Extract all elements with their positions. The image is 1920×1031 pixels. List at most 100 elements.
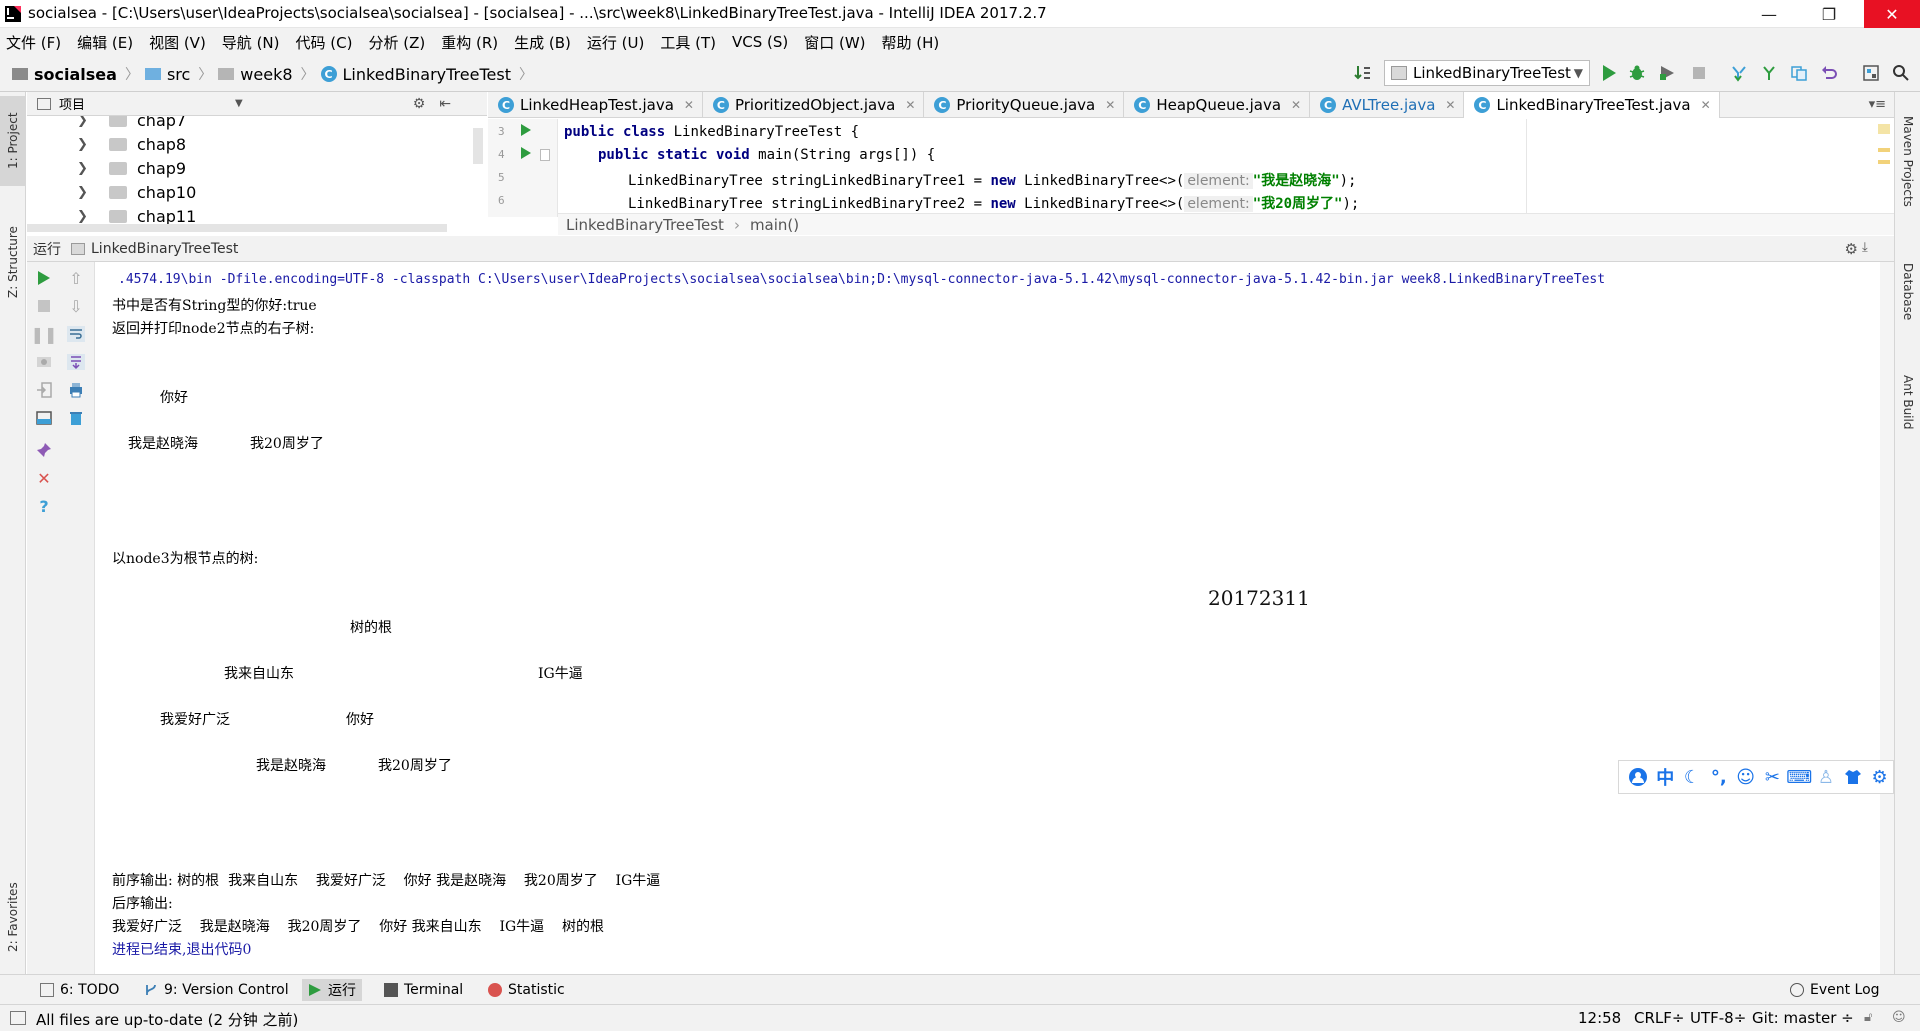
console-output[interactable]: .4574.19\bin -Dfile.encoding=UTF-8 -clas… <box>96 262 1894 974</box>
chevron-right-icon[interactable]: ❯ <box>77 185 97 200</box>
tool-tab-event-log[interactable]: Event Log <box>1784 979 1886 1001</box>
rerun-icon[interactable] <box>34 268 54 288</box>
tool-tab-ant-build[interactable]: Ant Build <box>1895 362 1920 442</box>
tab-list-icon[interactable]: ▾≡ <box>1869 92 1894 117</box>
tab-avl-tree[interactable]: C AVLTree.java ✕ <box>1310 92 1465 118</box>
close-window-button[interactable]: ✕ <box>1864 0 1920 28</box>
tool-tab-run[interactable]: 运行 <box>302 979 362 1001</box>
pin-icon[interactable] <box>34 440 54 460</box>
status-message[interactable]: All files are up-to-date (2 分钟 之前) <box>36 1009 298 1030</box>
tool-tab-statistic[interactable]: Statistic <box>482 979 571 1001</box>
editor-breadcrumb-class[interactable]: LinkedBinaryTreeTest <box>566 216 724 234</box>
tab-linked-binary-tree-test[interactable]: C LinkedBinaryTreeTest.java ✕ <box>1464 92 1720 118</box>
close-icon[interactable]: ✕ <box>1291 98 1301 112</box>
menu-code[interactable]: 代码 (C) <box>296 32 353 53</box>
close-icon[interactable]: ✕ <box>1701 98 1711 112</box>
fold-icon[interactable] <box>540 149 550 161</box>
tool-tab-favorites[interactable]: 2: Favorites <box>0 862 26 972</box>
menu-file[interactable]: 文件 (F) <box>6 32 61 53</box>
gear-icon[interactable]: ⚙ <box>413 96 426 112</box>
ime-settings-icon[interactable]: ⚙ <box>1866 763 1893 791</box>
project-structure-icon[interactable] <box>1860 62 1882 84</box>
caret-position[interactable]: 12:58 <box>1578 1009 1621 1027</box>
project-panel-title[interactable]: 项目 <box>59 94 85 113</box>
menu-edit[interactable]: 编辑 (E) <box>77 32 133 53</box>
menu-build[interactable]: 生成 (B) <box>514 32 571 53</box>
chevron-right-icon[interactable]: ❯ <box>77 116 97 128</box>
stop-icon[interactable] <box>34 296 54 316</box>
vcs-compare-icon[interactable] <box>1788 62 1810 84</box>
vertical-scrollbar[interactable] <box>473 128 483 164</box>
tool-tab-database[interactable]: Database <box>1895 252 1920 332</box>
tool-tab-structure[interactable]: Z: Structure <box>0 212 26 312</box>
vcs-commit-icon[interactable] <box>1758 62 1780 84</box>
chevron-right-icon[interactable]: ❯ <box>77 161 97 176</box>
dump-threads-icon[interactable] <box>34 352 54 372</box>
vcs-update-icon[interactable] <box>1728 62 1750 84</box>
search-icon[interactable] <box>1890 62 1912 84</box>
tab-heap-queue[interactable]: C HeapQueue.java ✕ <box>1124 92 1311 118</box>
chevron-right-icon[interactable]: ❯ <box>77 209 97 224</box>
ime-punctuation-icon[interactable]: °, <box>1705 763 1732 791</box>
horizontal-scrollbar[interactable] <box>27 224 447 232</box>
scroll-to-end-icon[interactable] <box>66 352 86 372</box>
tool-tab-terminal[interactable]: Terminal <box>378 979 469 1001</box>
close-icon[interactable]: ✕ <box>1105 98 1115 112</box>
warning-marker[interactable] <box>1878 124 1890 134</box>
menu-view[interactable]: 视图 (V) <box>149 32 206 53</box>
clear-all-icon[interactable] <box>66 408 86 428</box>
ime-keyboard-icon[interactable]: ⌨ <box>1786 763 1813 791</box>
line-separator[interactable]: CRLF÷ <box>1634 1009 1684 1027</box>
git-branch[interactable]: Git: master ÷ <box>1752 1009 1854 1027</box>
inspector-icon[interactable]: ☺ <box>1892 1010 1906 1025</box>
run-icon[interactable] <box>1598 62 1620 84</box>
breadcrumb-class[interactable]: LinkedBinaryTreeTest <box>343 65 511 84</box>
warning-stripe[interactable] <box>1878 148 1890 152</box>
chevron-right-icon[interactable]: ❯ <box>77 137 97 152</box>
print-icon[interactable] <box>66 380 86 400</box>
tree-item-chap9[interactable]: ❯ chap9 <box>27 156 186 180</box>
vcs-revert-icon[interactable] <box>1818 62 1840 84</box>
ime-chinese-mode[interactable]: 中 <box>1652 763 1679 791</box>
tool-tab-version-control[interactable]: 9: Version Control <box>138 979 295 1001</box>
run-gutter-icon[interactable] <box>520 146 532 160</box>
menu-refactor[interactable]: 重构 (R) <box>441 32 498 53</box>
arrow-down-icon[interactable]: ⇩ <box>66 296 86 316</box>
tool-tab-project[interactable]: 1: Project <box>0 96 26 186</box>
tab-priority-queue[interactable]: C PriorityQueue.java ✕ <box>924 92 1125 118</box>
run-panel-config[interactable]: LinkedBinaryTreeTest <box>91 241 238 257</box>
layout-icon[interactable] <box>34 408 54 428</box>
minimize-button[interactable]: — <box>1742 0 1796 28</box>
menu-vcs[interactable]: VCS (S) <box>732 33 788 51</box>
restore-button[interactable]: ❐ <box>1802 0 1856 28</box>
gear-icon[interactable]: ⚙ <box>1845 240 1858 258</box>
tool-tab-maven[interactable]: Maven Projects <box>1895 102 1920 220</box>
ime-user-icon[interactable] <box>1625 763 1652 791</box>
menu-window[interactable]: 窗口 (W) <box>804 32 865 53</box>
debug-icon[interactable] <box>1626 62 1648 84</box>
editor-breadcrumb-method[interactable]: main() <box>750 216 799 234</box>
tree-item-chap7[interactable]: ❯ chap7 <box>27 116 186 132</box>
breadcrumb-src[interactable]: src <box>167 65 190 84</box>
menu-help[interactable]: 帮助 (H) <box>882 32 940 53</box>
breadcrumb-package[interactable]: week8 <box>240 65 292 84</box>
menu-tools[interactable]: 工具 (T) <box>660 32 716 53</box>
ime-moon-icon[interactable]: ☾ <box>1679 763 1706 791</box>
help-icon[interactable]: ? <box>34 496 54 516</box>
arrow-up-icon[interactable]: ⇧ <box>66 268 86 288</box>
ime-skin-icon[interactable] <box>1839 763 1866 791</box>
file-encoding[interactable]: UTF-8÷ <box>1690 1009 1746 1027</box>
console-scrollbar[interactable] <box>1880 262 1894 974</box>
warning-stripe[interactable] <box>1878 160 1890 164</box>
tree-item-chap8[interactable]: ❯ chap8 <box>27 132 186 156</box>
tool-tab-todo[interactable]: 6: TODO <box>34 979 125 1001</box>
chevron-down-icon[interactable]: ▼ <box>235 98 243 109</box>
tab-prioritized-object[interactable]: C PrioritizedObject.java ✕ <box>703 92 925 118</box>
menu-analyze[interactable]: 分析 (Z) <box>368 32 425 53</box>
menu-run[interactable]: 运行 (U) <box>587 32 644 53</box>
run-configuration-select[interactable]: LinkedBinaryTreeTest ▼ <box>1384 60 1590 86</box>
close-icon[interactable]: ✕ <box>684 98 694 112</box>
ime-scissors-icon[interactable]: ✂ <box>1759 763 1786 791</box>
run-gutter-icon[interactable] <box>520 123 532 137</box>
pause-icon[interactable]: ❚❚ <box>31 324 58 344</box>
